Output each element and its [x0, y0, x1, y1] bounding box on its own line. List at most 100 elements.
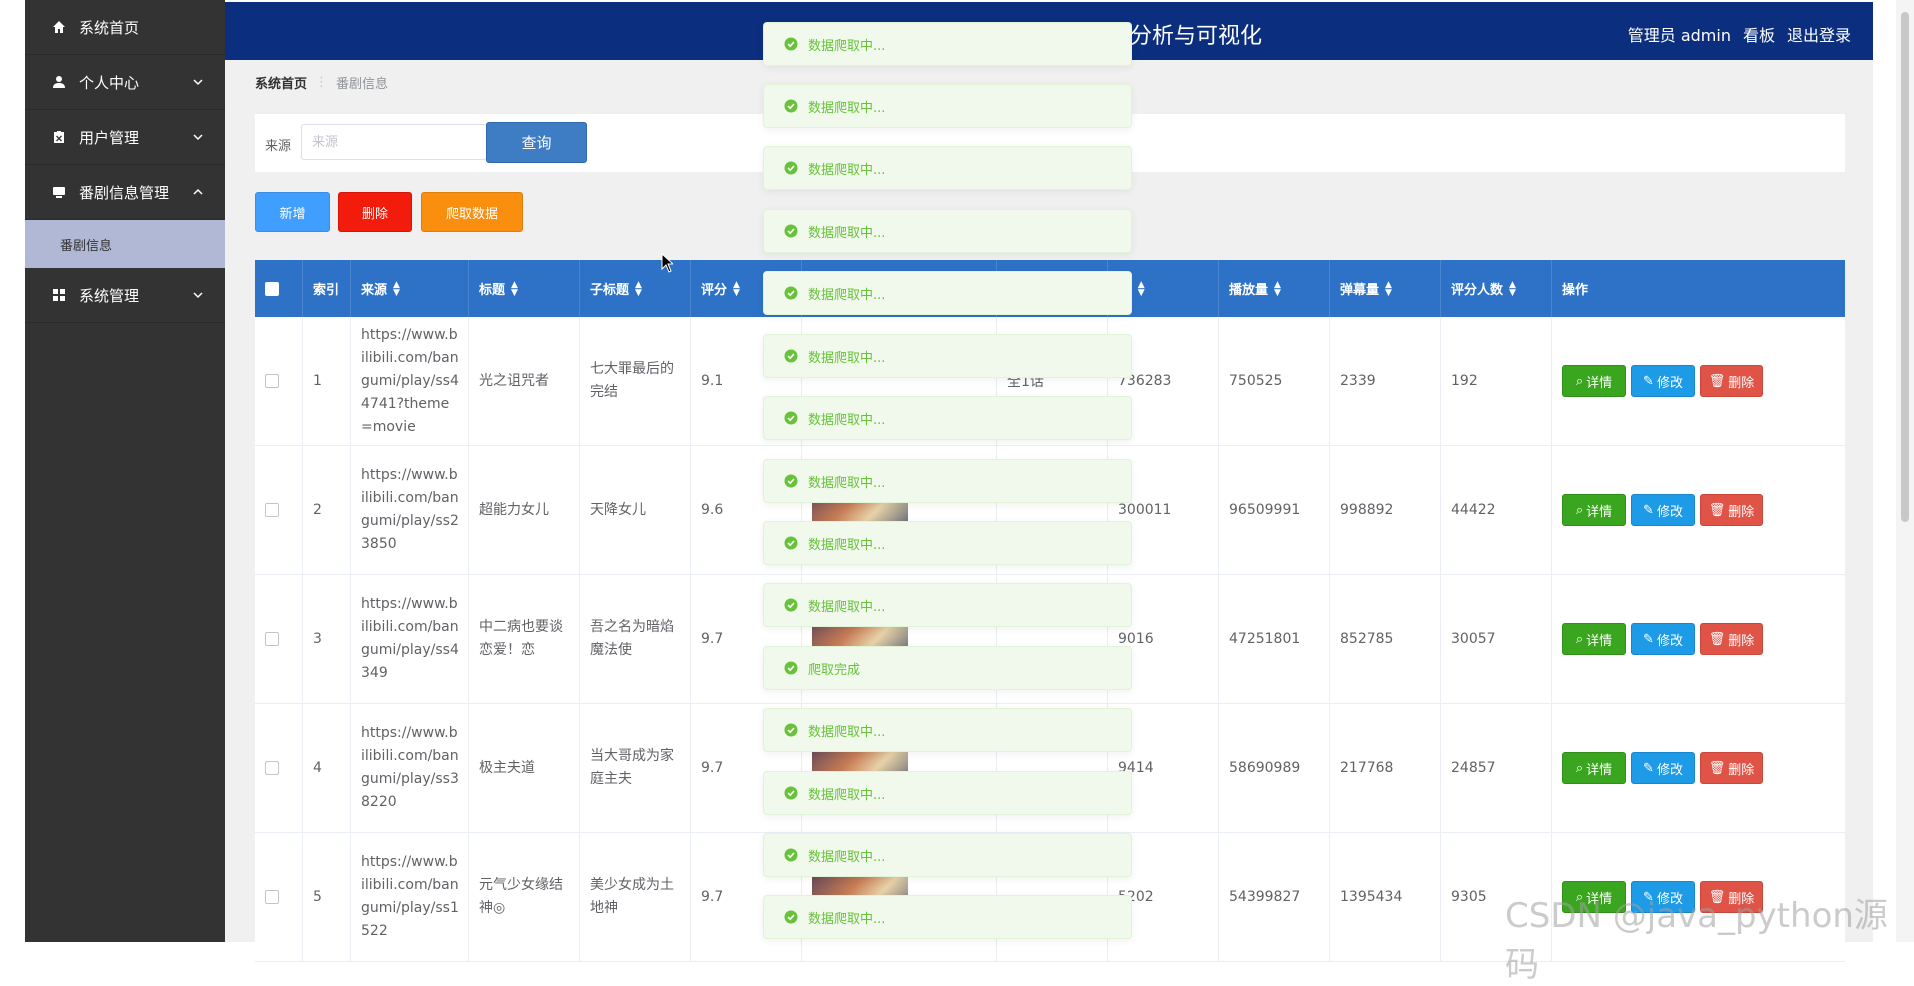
trash-icon: 🗑 — [1709, 374, 1726, 389]
row-delete-button[interactable]: 🗑删除 — [1700, 494, 1763, 526]
edit-button[interactable]: ✎修改 — [1631, 365, 1695, 397]
clipboard-icon — [51, 129, 67, 145]
cell-danmaku: 217768 — [1330, 704, 1441, 832]
row-checkbox[interactable] — [265, 632, 279, 646]
sidebar-item-home[interactable]: 系统首页 — [25, 0, 225, 55]
sort-icon[interactable]: ▲▼ — [1274, 281, 1281, 297]
cell-raters: 24857 — [1441, 704, 1552, 832]
row-delete-button[interactable]: 🗑删除 — [1700, 365, 1763, 397]
grid-icon — [51, 287, 67, 303]
sidebar-item-label: 用户管理 — [79, 127, 139, 148]
edit-button[interactable]: ✎修改 — [1631, 623, 1695, 655]
check-circle-icon — [784, 411, 798, 425]
search-label: 来源 — [265, 135, 291, 154]
check-circle-icon — [784, 349, 798, 363]
check-circle-icon — [784, 99, 798, 113]
toast-message-done: 爬取完成 — [763, 646, 1132, 690]
sidebar-item-users[interactable]: 用户管理 — [25, 110, 225, 165]
logout-link[interactable]: 退出登录 — [1787, 22, 1851, 46]
cell-index: 3 — [303, 575, 351, 703]
detail-button[interactable]: ⌕详情 — [1562, 623, 1626, 655]
toast-message: 数据爬取中... — [763, 396, 1132, 440]
row-delete-button[interactable]: 🗑删除 — [1700, 752, 1763, 784]
sort-icon[interactable]: ▲▼ — [511, 281, 518, 297]
cell-subtitle: 七大罪最后的完结 — [580, 317, 691, 445]
edit-button[interactable]: ✎修改 — [1631, 494, 1695, 526]
board-link[interactable]: 看板 — [1743, 22, 1775, 46]
sort-icon[interactable]: ▲▼ — [733, 281, 740, 297]
chevron-down-icon — [191, 75, 205, 89]
search-button[interactable]: 查询 — [486, 122, 587, 163]
header-title[interactable]: 标题▲▼ — [469, 260, 580, 317]
cell-title: 极主夫道 — [469, 704, 580, 832]
check-circle-icon — [784, 910, 798, 924]
sort-icon[interactable]: ▲▼ — [635, 281, 642, 297]
toast-message: 数据爬取中... — [763, 833, 1132, 877]
header-subtitle[interactable]: 子标题▲▼ — [580, 260, 691, 317]
sidebar-item-label: 系统管理 — [79, 285, 139, 306]
chevron-up-icon — [191, 185, 205, 199]
toast-message: 数据爬取中... — [763, 771, 1132, 815]
edit-button[interactable]: ✎修改 — [1631, 752, 1695, 784]
header-source[interactable]: 来源▲▼ — [351, 260, 469, 317]
cell-operations: ⌕详情 ✎修改 🗑删除 — [1552, 704, 1845, 832]
sort-icon[interactable]: ▲▼ — [1138, 281, 1145, 297]
edit-icon: ✎ — [1643, 374, 1654, 389]
breadcrumb-current: 番剧信息 — [336, 73, 388, 92]
add-button[interactable]: 新增 — [255, 192, 330, 232]
scrollbar-thumb[interactable] — [1901, 12, 1909, 522]
sidebar-item-system[interactable]: 系统管理 — [25, 268, 225, 323]
search-icon: ⌕ — [1576, 374, 1583, 389]
trash-icon: 🗑 — [1709, 503, 1726, 518]
cell-danmaku: 998892 — [1330, 446, 1441, 574]
detail-button[interactable]: ⌕详情 — [1562, 365, 1626, 397]
toast-message: 数据爬取中... — [763, 334, 1132, 378]
cell-raters: 192 — [1441, 317, 1552, 445]
cell-source: https://www.bilibili.com/bangumi/play/ss… — [351, 317, 469, 445]
row-checkbox[interactable] — [265, 761, 279, 775]
header-plays[interactable]: 播放量▲▼ — [1219, 260, 1330, 317]
header-raters[interactable]: 评分人数▲▼ — [1441, 260, 1552, 317]
sort-icon[interactable]: ▲▼ — [1385, 281, 1392, 297]
watermark: CSDN @java_python源码 — [1505, 888, 1914, 986]
select-all-checkbox[interactable] — [265, 282, 279, 296]
detail-button[interactable]: ⌕详情 — [1562, 494, 1626, 526]
header-danmaku[interactable]: 弹幕量▲▼ — [1330, 260, 1441, 317]
detail-button[interactable]: ⌕详情 — [1562, 752, 1626, 784]
cell-index: 1 — [303, 317, 351, 445]
mouse-cursor-icon — [661, 253, 673, 273]
check-circle-icon — [784, 598, 798, 612]
row-checkbox[interactable] — [265, 890, 279, 904]
cell-source: https://www.bilibili.com/bangumi/play/ss… — [351, 575, 469, 703]
cell-raters: 30057 — [1441, 575, 1552, 703]
sort-icon[interactable]: ▲▼ — [393, 281, 400, 297]
sidebar-item-label: 个人中心 — [79, 72, 139, 93]
row-checkbox[interactable] — [265, 374, 279, 388]
sidebar-subitem-label: 番剧信息 — [60, 235, 112, 254]
sidebar-item-label: 番剧信息管理 — [79, 182, 169, 203]
check-circle-icon — [784, 474, 798, 488]
cell-index: 2 — [303, 446, 351, 574]
row-delete-button[interactable]: 🗑删除 — [1700, 623, 1763, 655]
header-operations: 操作 — [1552, 260, 1845, 317]
cell-plays: 96509991 — [1219, 446, 1330, 574]
page-scrollbar[interactable] — [1896, 0, 1914, 942]
sidebar-subitem-anime-info[interactable]: 番剧信息 — [25, 220, 225, 268]
toast-message: 数据爬取中... — [763, 22, 1132, 66]
chevron-down-icon — [191, 288, 205, 302]
sidebar-item-anime-management[interactable]: 番剧信息管理 — [25, 165, 225, 220]
delete-button[interactable]: 删除 — [338, 192, 412, 232]
source-search-input[interactable] — [301, 124, 487, 160]
top-right-menu: 管理员 admin 看板 退出登录 — [1628, 22, 1851, 46]
cell-operations: ⌕详情 ✎修改 🗑删除 — [1552, 317, 1845, 445]
cell-title: 超能力女儿 — [469, 446, 580, 574]
sidebar-item-profile[interactable]: 个人中心 — [25, 55, 225, 110]
user-icon — [51, 74, 67, 90]
search-icon: ⌕ — [1576, 503, 1583, 518]
breadcrumb-home[interactable]: 系统首页 — [255, 73, 307, 92]
crawl-data-button[interactable]: 爬取数据 — [421, 192, 523, 232]
row-checkbox[interactable] — [265, 503, 279, 517]
check-circle-icon — [784, 37, 798, 51]
sort-icon[interactable]: ▲▼ — [1509, 281, 1516, 297]
check-circle-icon — [784, 786, 798, 800]
